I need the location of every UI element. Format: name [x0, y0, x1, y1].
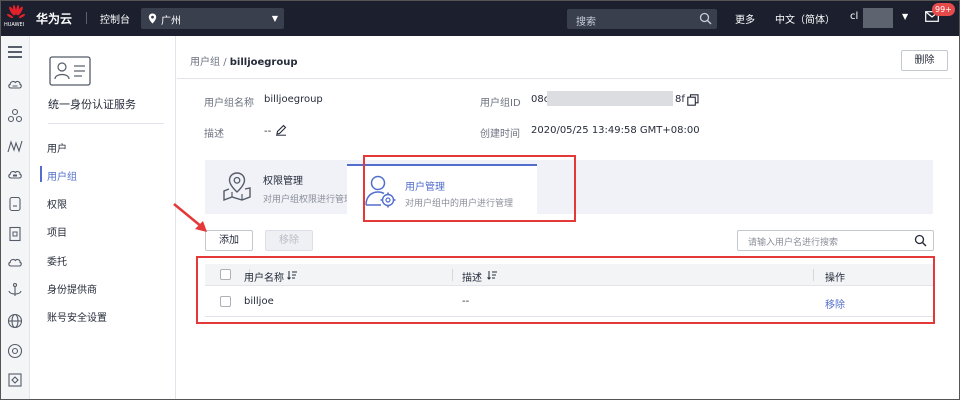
tab-permission-subtitle: 对用户组权限进行管理 — [263, 195, 354, 205]
divider — [48, 123, 164, 124]
sidebar-item-users[interactable]: 用户 — [47, 140, 67, 155]
map-pin-icon — [223, 172, 251, 202]
search-placeholder: 搜索 — [576, 17, 596, 28]
active-indicator — [40, 166, 42, 182]
caret-down-icon[interactable]: ▼ — [902, 12, 908, 21]
huawei-logo[interactable]: HUAWEI — [4, 4, 28, 32]
service-title: 统一身份认证服务 — [48, 98, 136, 111]
sidebar-item-permissions[interactable]: 权限 — [47, 196, 67, 211]
storage-cloud-icon[interactable] — [7, 166, 23, 182]
redacted-group-id — [547, 91, 673, 106]
divider — [86, 12, 87, 24]
service-rail — [0, 36, 30, 400]
more-menu[interactable]: 更多 — [735, 11, 755, 26]
breadcrumb-separator: / — [223, 57, 227, 68]
sidebar-item-agencies[interactable]: 委托 — [47, 253, 67, 268]
top-bar: HUAWEI 华为云 控制台 广州 ▼ 搜索 更多 中文（简体） cl ▼ 99… — [0, 0, 960, 36]
remove-button[interactable]: 移除 — [265, 230, 313, 251]
service-sidebar: 统一身份认证服务 用户 用户组 权限 项目 委托 身份提供商 账号安全设置 — [31, 36, 176, 400]
sidebar-item-user-groups[interactable]: 用户组 — [47, 168, 77, 183]
caret-down-icon: ▼ — [271, 14, 278, 23]
highlight-table-box — [196, 256, 935, 324]
notification-badge: 99+ — [932, 3, 955, 16]
delete-button[interactable]: 删除 — [901, 50, 948, 71]
description-label: 描述 — [204, 129, 224, 140]
language-selector[interactable]: 中文（简体） — [775, 11, 835, 26]
huawei-logo-icon — [7, 5, 25, 19]
copy-icon[interactable] — [687, 94, 699, 106]
group-id-suffix: 8f — [675, 94, 685, 105]
anchor-icon[interactable] — [7, 282, 23, 298]
scan-icon[interactable] — [7, 372, 23, 388]
divider — [177, 78, 952, 79]
globe-icon[interactable] — [7, 313, 23, 329]
group-name-value: billjoegroup — [264, 94, 323, 105]
console-link[interactable]: 控制台 — [100, 11, 130, 26]
sidebar-item-security-settings[interactable]: 账号安全设置 — [47, 309, 107, 324]
tab-permission-title: 权限管理 — [263, 176, 303, 187]
created-time-label: 创建时间 — [480, 129, 520, 140]
breadcrumb: 用户组 / billjoegroup — [190, 53, 298, 68]
group-id-label: 用户组ID — [480, 98, 521, 109]
menu-icon[interactable] — [7, 44, 23, 60]
identity-card-icon — [49, 56, 91, 86]
search-icon[interactable] — [914, 234, 927, 247]
brand-name[interactable]: 华为云 — [36, 10, 72, 27]
search-icon[interactable] — [699, 12, 712, 25]
description-value: -- — [264, 126, 272, 137]
region-selector[interactable]: 广州 ▼ — [141, 8, 284, 29]
user-search-input[interactable]: 请输入用户名进行搜索 — [737, 230, 934, 251]
user-menu[interactable]: cl — [850, 11, 858, 22]
edit-pencil-icon[interactable] — [275, 124, 287, 136]
sidebar-item-projects[interactable]: 项目 — [47, 224, 67, 239]
search-placeholder: 请输入用户名进行搜索 — [748, 238, 839, 248]
global-search[interactable]: 搜索 — [567, 9, 717, 29]
created-time-value: 2020/05/25 13:49:58 GMT+08:00 — [531, 125, 700, 136]
group-name-label: 用户组名称 — [204, 98, 254, 109]
settings-circle-icon[interactable] — [7, 343, 23, 359]
cloud-server-icon[interactable] — [7, 76, 23, 92]
logo-text: HUAWEI — [4, 22, 25, 28]
highlight-tab-box — [363, 155, 576, 222]
sidebar-item-identity-providers[interactable]: 身份提供商 — [47, 281, 97, 296]
breadcrumb-current: billjoegroup — [229, 57, 298, 68]
database-icon[interactable] — [7, 196, 23, 212]
region-label: 广州 — [161, 16, 181, 27]
network-icon[interactable] — [7, 108, 23, 124]
breadcrumb-parent[interactable]: 用户组 — [190, 57, 220, 68]
redacted-username — [863, 8, 893, 28]
location-pin-icon — [148, 13, 157, 24]
cloud-icon[interactable] — [7, 254, 23, 270]
annotation-arrow-icon — [173, 203, 207, 232]
mountain-chart-icon[interactable] — [7, 138, 23, 154]
document-icon[interactable] — [7, 226, 23, 242]
